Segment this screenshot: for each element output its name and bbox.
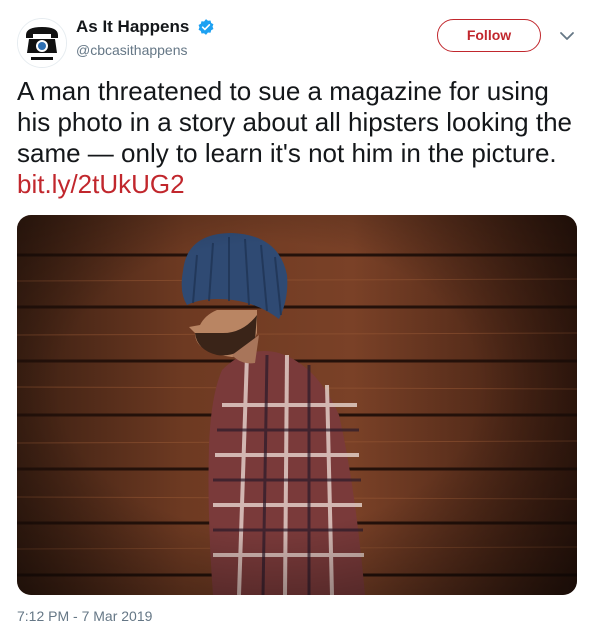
tweet-text: A man threatened to sue a magazine for u…: [17, 76, 587, 200]
photo-image: [17, 215, 577, 595]
tweet-body: A man threatened to sue a magazine for u…: [17, 76, 573, 168]
tweet-photo[interactable]: [17, 215, 577, 595]
handle[interactable]: @cbcasithappens: [76, 42, 215, 58]
account-info: As It Happens @cbcasithappens: [76, 17, 215, 58]
avatar[interactable]: [17, 18, 67, 68]
tweet: As It Happens @cbcasithappens Follow A m…: [0, 0, 600, 636]
follow-button[interactable]: Follow: [437, 19, 541, 52]
verified-badge-icon: [198, 19, 214, 35]
radio-logo-icon: [18, 19, 66, 67]
chevron-down-icon[interactable]: [558, 29, 576, 43]
display-name[interactable]: As It Happens: [76, 17, 189, 37]
timestamp[interactable]: 7:12 PM - 7 Mar 2019: [17, 608, 152, 624]
tweet-link[interactable]: bit.ly/2tUkUG2: [17, 169, 185, 199]
